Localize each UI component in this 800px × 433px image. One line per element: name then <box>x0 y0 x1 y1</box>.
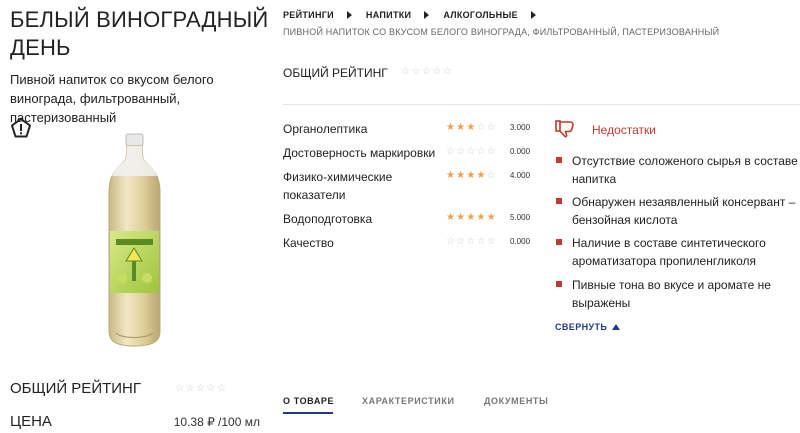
defects-title: Недостатки <box>592 123 656 137</box>
star-filled-icon: ★ <box>466 170 477 181</box>
star-filled-icon: ★ <box>456 212 467 223</box>
breadcrumb: РЕЙТИНГИ НАПИТКИ АЛКОГОЛЬНЫЕ <box>283 8 550 22</box>
criterion-label: Качество <box>283 236 334 250</box>
star-empty-icon: ☆ <box>446 146 457 157</box>
criterion-stars: ★★★★★ <box>446 212 497 223</box>
defect-text: Отсутствие соложеного сырья в составе на… <box>572 154 798 186</box>
star-filled-icon: ★ <box>456 170 467 181</box>
criterion-label: Достоверность маркировки <box>283 146 436 160</box>
collapse-label: СВЕРНУТЬ <box>555 322 608 332</box>
product-image <box>108 133 161 347</box>
collapse-button[interactable]: СВЕРНУТЬ <box>555 322 621 332</box>
star-filled-icon: ★ <box>446 212 457 223</box>
star-filled-icon: ★ <box>476 212 487 223</box>
overall-rating-label: ОБЩИЙ РЕЙТИНГ <box>283 66 388 80</box>
star-filled-icon: ★ <box>476 170 487 181</box>
star-filled-icon: ★ <box>466 122 477 133</box>
star-filled-icon: ★ <box>456 122 467 133</box>
criterion-value: 3.000 <box>510 123 531 132</box>
thumbs-down-icon <box>555 120 574 138</box>
star-empty-icon: ☆ <box>466 146 477 157</box>
overall-rating-stars: ☆☆☆☆☆ <box>175 383 228 394</box>
star-empty-icon: ☆ <box>456 146 467 157</box>
breadcrumb-drinks[interactable]: НАПИТКИ <box>366 10 411 20</box>
star-empty-icon: ☆ <box>486 122 497 133</box>
product-tabs: О ТОВАРЕ ХАРАКТЕРИСТИКИ ДОКУМЕНТЫ <box>283 396 800 426</box>
bullet-icon <box>556 198 562 204</box>
star-empty-icon: ☆ <box>486 170 497 181</box>
breadcrumb-alcoholic[interactable]: АЛКОГОЛЬНЫЕ <box>443 10 518 20</box>
chevron-up-icon <box>612 324 621 330</box>
star-empty-icon: ☆ <box>476 236 487 247</box>
divider <box>283 104 800 105</box>
star-empty-icon: ☆ <box>486 236 497 247</box>
chevron-right-icon <box>346 11 352 19</box>
star-empty-icon: ☆ <box>466 236 477 247</box>
criterion-label: Органолептика <box>283 122 368 136</box>
criterion-label: Физико-химические показатели <box>283 170 393 202</box>
chevron-right-icon <box>530 11 536 19</box>
star-filled-icon: ★ <box>466 212 477 223</box>
bullet-icon <box>556 157 562 163</box>
price-row: ЦЕНА 10.38 ₽ /100 мл <box>10 413 270 431</box>
star-empty-icon: ☆ <box>456 236 467 247</box>
defect-text: Пивные тона во вкусе и аромате не выраже… <box>572 278 771 310</box>
active-tab-indicator <box>283 412 333 414</box>
criterion-value: 5.000 <box>510 213 531 222</box>
bullet-icon <box>556 239 562 245</box>
product-summary: БЕЛЫЙ ВИНОГРАДНЫЙ ДЕНЬ Пивной напиток со… <box>0 0 270 433</box>
overall-rating-bottom: ОБЩИЙ РЕЙТИНГ ☆☆☆☆☆ <box>10 380 270 398</box>
star-filled-icon: ★ <box>446 122 457 133</box>
bullet-icon <box>556 281 562 287</box>
product-subtitle: Пивной напиток со вкусом белого виноград… <box>10 72 214 125</box>
criterion-stars: ☆☆☆☆☆ <box>446 146 497 157</box>
tab-about[interactable]: О ТОВАРЕ <box>283 396 334 406</box>
pentagon-exclamation-icon[interactable] <box>10 117 32 139</box>
chevron-right-icon <box>424 11 430 19</box>
tab-documents[interactable]: ДОКУМЕНТЫ <box>484 396 548 406</box>
criterion-stars: ★★★★☆ <box>446 170 497 181</box>
defect-text: Обнаружен незаявленный консервант – бенз… <box>572 195 796 227</box>
star-empty-icon: ☆ <box>476 122 487 133</box>
criterion-label: Водоподготовка <box>283 212 373 226</box>
criterion-stars: ★★★☆☆ <box>446 122 497 133</box>
criterion-value: 0.000 <box>510 237 531 246</box>
overall-rating-label: ОБЩИЙ РЕЙТИНГ <box>10 380 141 397</box>
star-empty-icon: ☆ <box>486 146 497 157</box>
defects-header: Недостатки <box>555 120 800 140</box>
star-empty-icon: ☆ <box>476 146 487 157</box>
breadcrumb-current: ПИВНОЙ НАПИТОК СО ВКУСОМ БЕЛОГО ВИНОГРАД… <box>283 27 720 37</box>
criterion-value: 0.000 <box>510 147 531 156</box>
price-value: 10.38 ₽ /100 мл <box>173 415 260 429</box>
star-empty-icon: ☆ <box>446 236 457 247</box>
star-filled-icon: ★ <box>486 212 497 223</box>
criterion-value: 4.000 <box>510 171 531 180</box>
defect-text: Наличие в составе синтетического аромати… <box>572 236 766 268</box>
star-filled-icon: ★ <box>446 170 457 181</box>
overall-rating-stars: ☆☆☆☆☆ <box>401 66 454 77</box>
price-label: ЦЕНА <box>10 413 52 430</box>
criterion-stars: ☆☆☆☆☆ <box>446 236 497 247</box>
tab-characteristics[interactable]: ХАРАКТЕРИСТИКИ <box>362 396 455 406</box>
product-title: БЕЛЫЙ ВИНОГРАДНЫЙ ДЕНЬ <box>10 7 269 60</box>
breadcrumb-ratings[interactable]: РЕЙТИНГИ <box>283 10 334 20</box>
